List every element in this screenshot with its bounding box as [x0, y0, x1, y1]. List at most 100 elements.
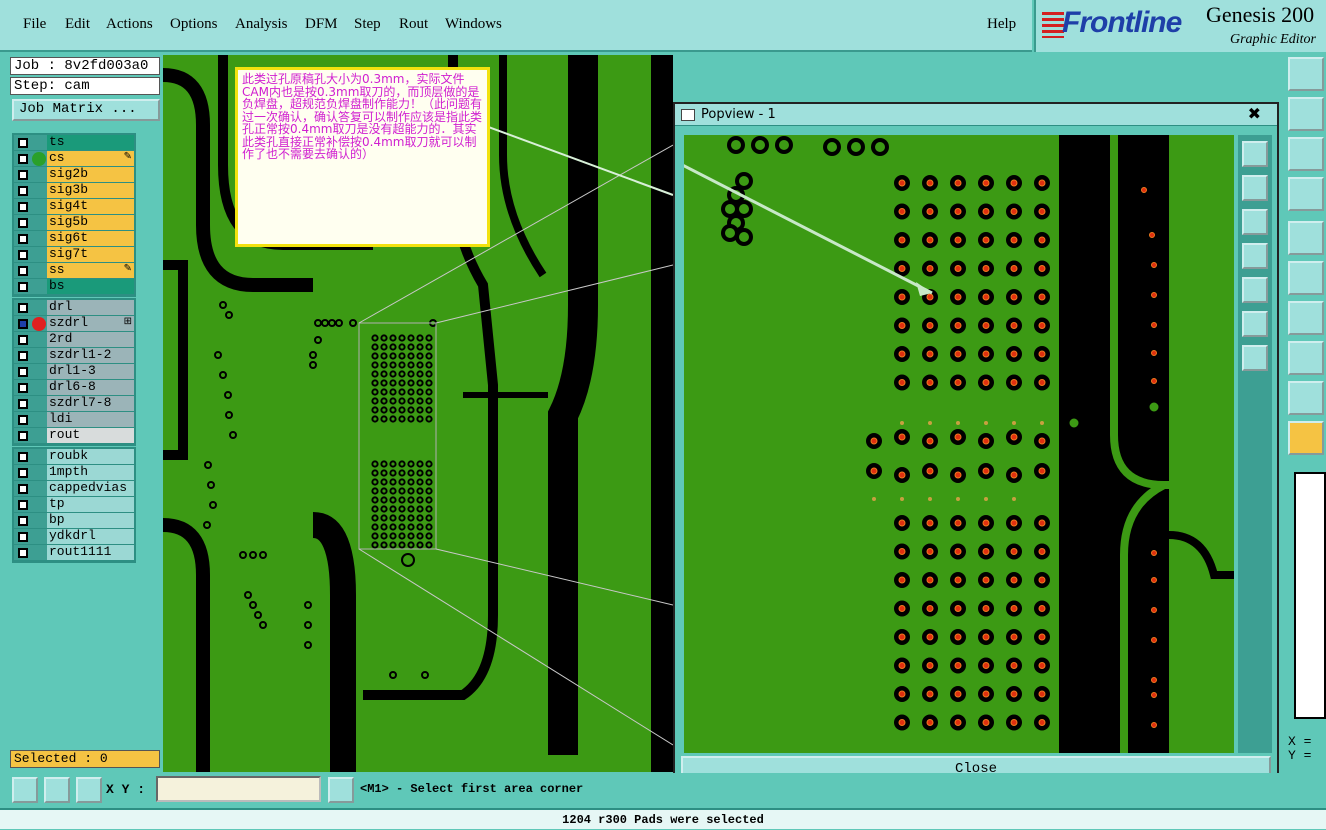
- layer-row-2rd[interactable]: 2rd: [14, 332, 134, 348]
- layer-checkbox[interactable]: [18, 398, 28, 409]
- layer-checkbox[interactable]: [18, 467, 28, 478]
- layer-row-rout1111[interactable]: rout1111: [14, 545, 134, 561]
- layer-checkbox[interactable]: [18, 233, 28, 244]
- layer-checkbox[interactable]: [18, 153, 28, 164]
- layer-checkbox[interactable]: [18, 185, 28, 196]
- zoom-fit-icon[interactable]: [1288, 137, 1324, 171]
- pad: [1038, 208, 1046, 215]
- layer-row-sig4t[interactable]: sig4t: [14, 199, 134, 215]
- layer-checkbox[interactable]: [18, 265, 28, 276]
- menu-options[interactable]: Options: [170, 16, 218, 33]
- layer-checkbox[interactable]: [18, 201, 28, 212]
- layer-checkbox[interactable]: [18, 366, 28, 377]
- layer-checkbox[interactable]: [18, 414, 28, 425]
- export-down-icon[interactable]: [1242, 209, 1268, 235]
- layer-row-bs[interactable]: bs: [14, 279, 134, 295]
- layer-row-sig2b[interactable]: sig2b: [14, 167, 134, 183]
- layer-row-ydkdrl[interactable]: ydkdrl: [14, 529, 134, 545]
- job-matrix-button[interactable]: Job Matrix ...: [12, 99, 160, 121]
- via: [328, 319, 336, 327]
- layer-row-drl6-8[interactable]: drl6-8: [14, 380, 134, 396]
- layer-checkbox[interactable]: [18, 169, 28, 180]
- pointer-icon[interactable]: [1288, 421, 1324, 455]
- layer-checkbox[interactable]: [18, 137, 28, 148]
- layer-row-1mpth[interactable]: 1mpth: [14, 465, 134, 481]
- pan-left-icon[interactable]: [1242, 243, 1268, 269]
- via: [389, 514, 397, 522]
- layer-checkbox[interactable]: [18, 302, 28, 313]
- snap-icon[interactable]: [1288, 221, 1324, 255]
- layer-row-sig7t[interactable]: sig7t: [14, 247, 134, 263]
- layer-checkbox[interactable]: [18, 281, 28, 292]
- layer-checkbox[interactable]: [18, 499, 28, 510]
- layer-checkbox[interactable]: [18, 531, 28, 542]
- layer-row-drl1-3[interactable]: drl1-3: [14, 364, 134, 380]
- zoom-out-icon[interactable]: [1242, 345, 1268, 371]
- import-left-icon[interactable]: [1288, 97, 1324, 131]
- measure-icon[interactable]: [1288, 301, 1324, 335]
- alert-icon[interactable]: [328, 777, 354, 803]
- menu-file[interactable]: File: [23, 16, 46, 33]
- export-up-icon[interactable]: [1242, 175, 1268, 201]
- layer-row-ss[interactable]: ss ✎: [14, 263, 134, 279]
- zoom-in-icon[interactable]: [1242, 311, 1268, 337]
- menu-windows[interactable]: Windows: [445, 16, 502, 33]
- layer-row-szdrl1-2[interactable]: szdrl1-2: [14, 348, 134, 364]
- layer-row-drl[interactable]: drl: [14, 300, 134, 316]
- feature-icon[interactable]: [1288, 341, 1324, 375]
- xy-input[interactable]: [156, 776, 321, 802]
- layer-checkbox[interactable]: [18, 483, 28, 494]
- via: [398, 541, 406, 549]
- pad: [926, 719, 934, 726]
- layer-row-sig5b[interactable]: sig5b: [14, 215, 134, 231]
- test-point: [900, 421, 904, 425]
- pad: [1010, 633, 1018, 641]
- menu-edit[interactable]: Edit: [65, 16, 90, 33]
- small-pad: [1151, 692, 1157, 698]
- layer-row-bp[interactable]: bp: [14, 513, 134, 529]
- measure-tool-icon[interactable]: [44, 777, 70, 803]
- menu-help[interactable]: Help: [987, 16, 1016, 33]
- layer-checkbox[interactable]: [18, 334, 28, 345]
- zoom-area-icon[interactable]: [12, 777, 38, 803]
- fit-window-icon[interactable]: [1242, 141, 1268, 167]
- layer-row-rout[interactable]: rout: [14, 428, 134, 444]
- net-icon[interactable]: [1288, 261, 1324, 295]
- pad: [1010, 662, 1018, 669]
- menu-dfm[interactable]: DFM: [305, 16, 338, 33]
- ruler-icon[interactable]: [1288, 381, 1324, 415]
- layer-row-szdrl[interactable]: szdrl ⊞: [14, 316, 134, 332]
- layer-row-cappedvias[interactable]: cappedvias: [14, 481, 134, 497]
- layer-checkbox[interactable]: [18, 318, 28, 329]
- layer-checkbox[interactable]: [18, 430, 28, 441]
- layer-checkbox[interactable]: [18, 547, 28, 558]
- layer-row-ts[interactable]: ts: [14, 135, 134, 151]
- layer-row-ldi[interactable]: ldi: [14, 412, 134, 428]
- overview-map[interactable]: [1294, 472, 1326, 719]
- layer-checkbox[interactable]: [18, 217, 28, 228]
- layer-row-tp[interactable]: tp: [14, 497, 134, 513]
- layer-checkbox[interactable]: [18, 382, 28, 393]
- menu-actions[interactable]: Actions: [106, 16, 153, 33]
- layer-row-sig6t[interactable]: sig6t: [14, 231, 134, 247]
- layer-checkbox[interactable]: [18, 249, 28, 260]
- export-up-icon[interactable]: [1288, 57, 1324, 91]
- layer-row-roubk[interactable]: roubk: [14, 449, 134, 465]
- menu-rout[interactable]: Rout: [399, 16, 428, 33]
- layer-checkbox[interactable]: [18, 515, 28, 526]
- layer-row-szdrl7-8[interactable]: szdrl7-8: [14, 396, 134, 412]
- layer-row-cs[interactable]: cs ✎: [14, 151, 134, 167]
- tools-icon[interactable]: [1288, 177, 1324, 211]
- menu-analysis[interactable]: Analysis: [235, 16, 288, 33]
- grid-icon[interactable]: [76, 777, 102, 803]
- via: [398, 487, 406, 495]
- via: [371, 478, 379, 486]
- close-icon[interactable]: ✖: [1248, 104, 1261, 123]
- layer-row-sig3b[interactable]: sig3b: [14, 183, 134, 199]
- pan-right-icon[interactable]: [1242, 277, 1268, 303]
- layer-checkbox[interactable]: [18, 350, 28, 361]
- layer-checkbox[interactable]: [18, 451, 28, 462]
- popview-canvas[interactable]: [684, 135, 1234, 753]
- popview-titlebar[interactable]: Popview - 1 ✖: [675, 104, 1277, 126]
- menu-step[interactable]: Step: [354, 16, 381, 33]
